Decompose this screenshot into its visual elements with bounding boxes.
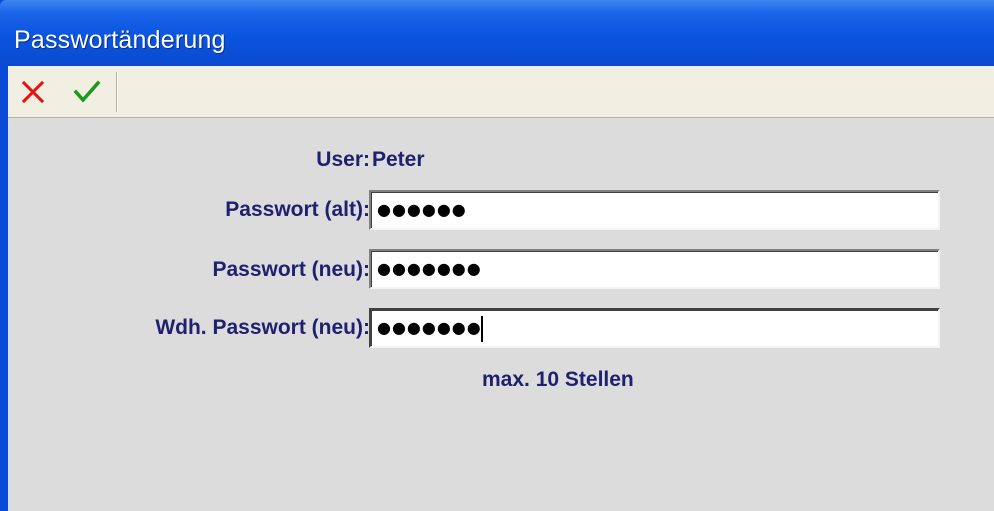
green-check-icon: [73, 80, 101, 103]
new-password-label: Passwort (neu):: [212, 258, 370, 281]
old-password-field[interactable]: ●●●●●●: [369, 190, 940, 230]
new-password-mask: ●●●●●●●: [377, 259, 482, 278]
title-bar[interactable]: Passwortänderung: [0, 0, 994, 66]
confirm-button[interactable]: [70, 75, 104, 109]
user-value: Peter: [372, 148, 425, 171]
repeat-password-label: Wdh. Passwort (neu):: [155, 316, 370, 339]
red-x-icon: [21, 80, 45, 104]
form-area: User: Peter Passwort (alt): ●●●●●● Passw…: [8, 118, 994, 511]
password-change-window: Passwortänderung User: Peter Passwort (a…: [0, 0, 994, 511]
toolbar-separator: [116, 72, 118, 112]
old-password-mask: ●●●●●●: [377, 200, 467, 219]
user-label: User:: [316, 148, 370, 171]
text-caret: [480, 315, 483, 342]
new-password-field[interactable]: ●●●●●●●: [369, 249, 940, 289]
window-title: Passwortänderung: [14, 26, 226, 54]
cancel-button[interactable]: [16, 75, 50, 109]
repeat-password-mask: ●●●●●●●: [377, 318, 482, 337]
old-password-label: Passwort (alt):: [225, 198, 370, 221]
repeat-password-field[interactable]: ●●●●●●●: [369, 308, 940, 348]
repeat-password-wrap: ●●●●●●●: [377, 314, 483, 342]
toolbar: [8, 66, 994, 118]
password-length-hint: max. 10 Stellen: [482, 368, 634, 391]
